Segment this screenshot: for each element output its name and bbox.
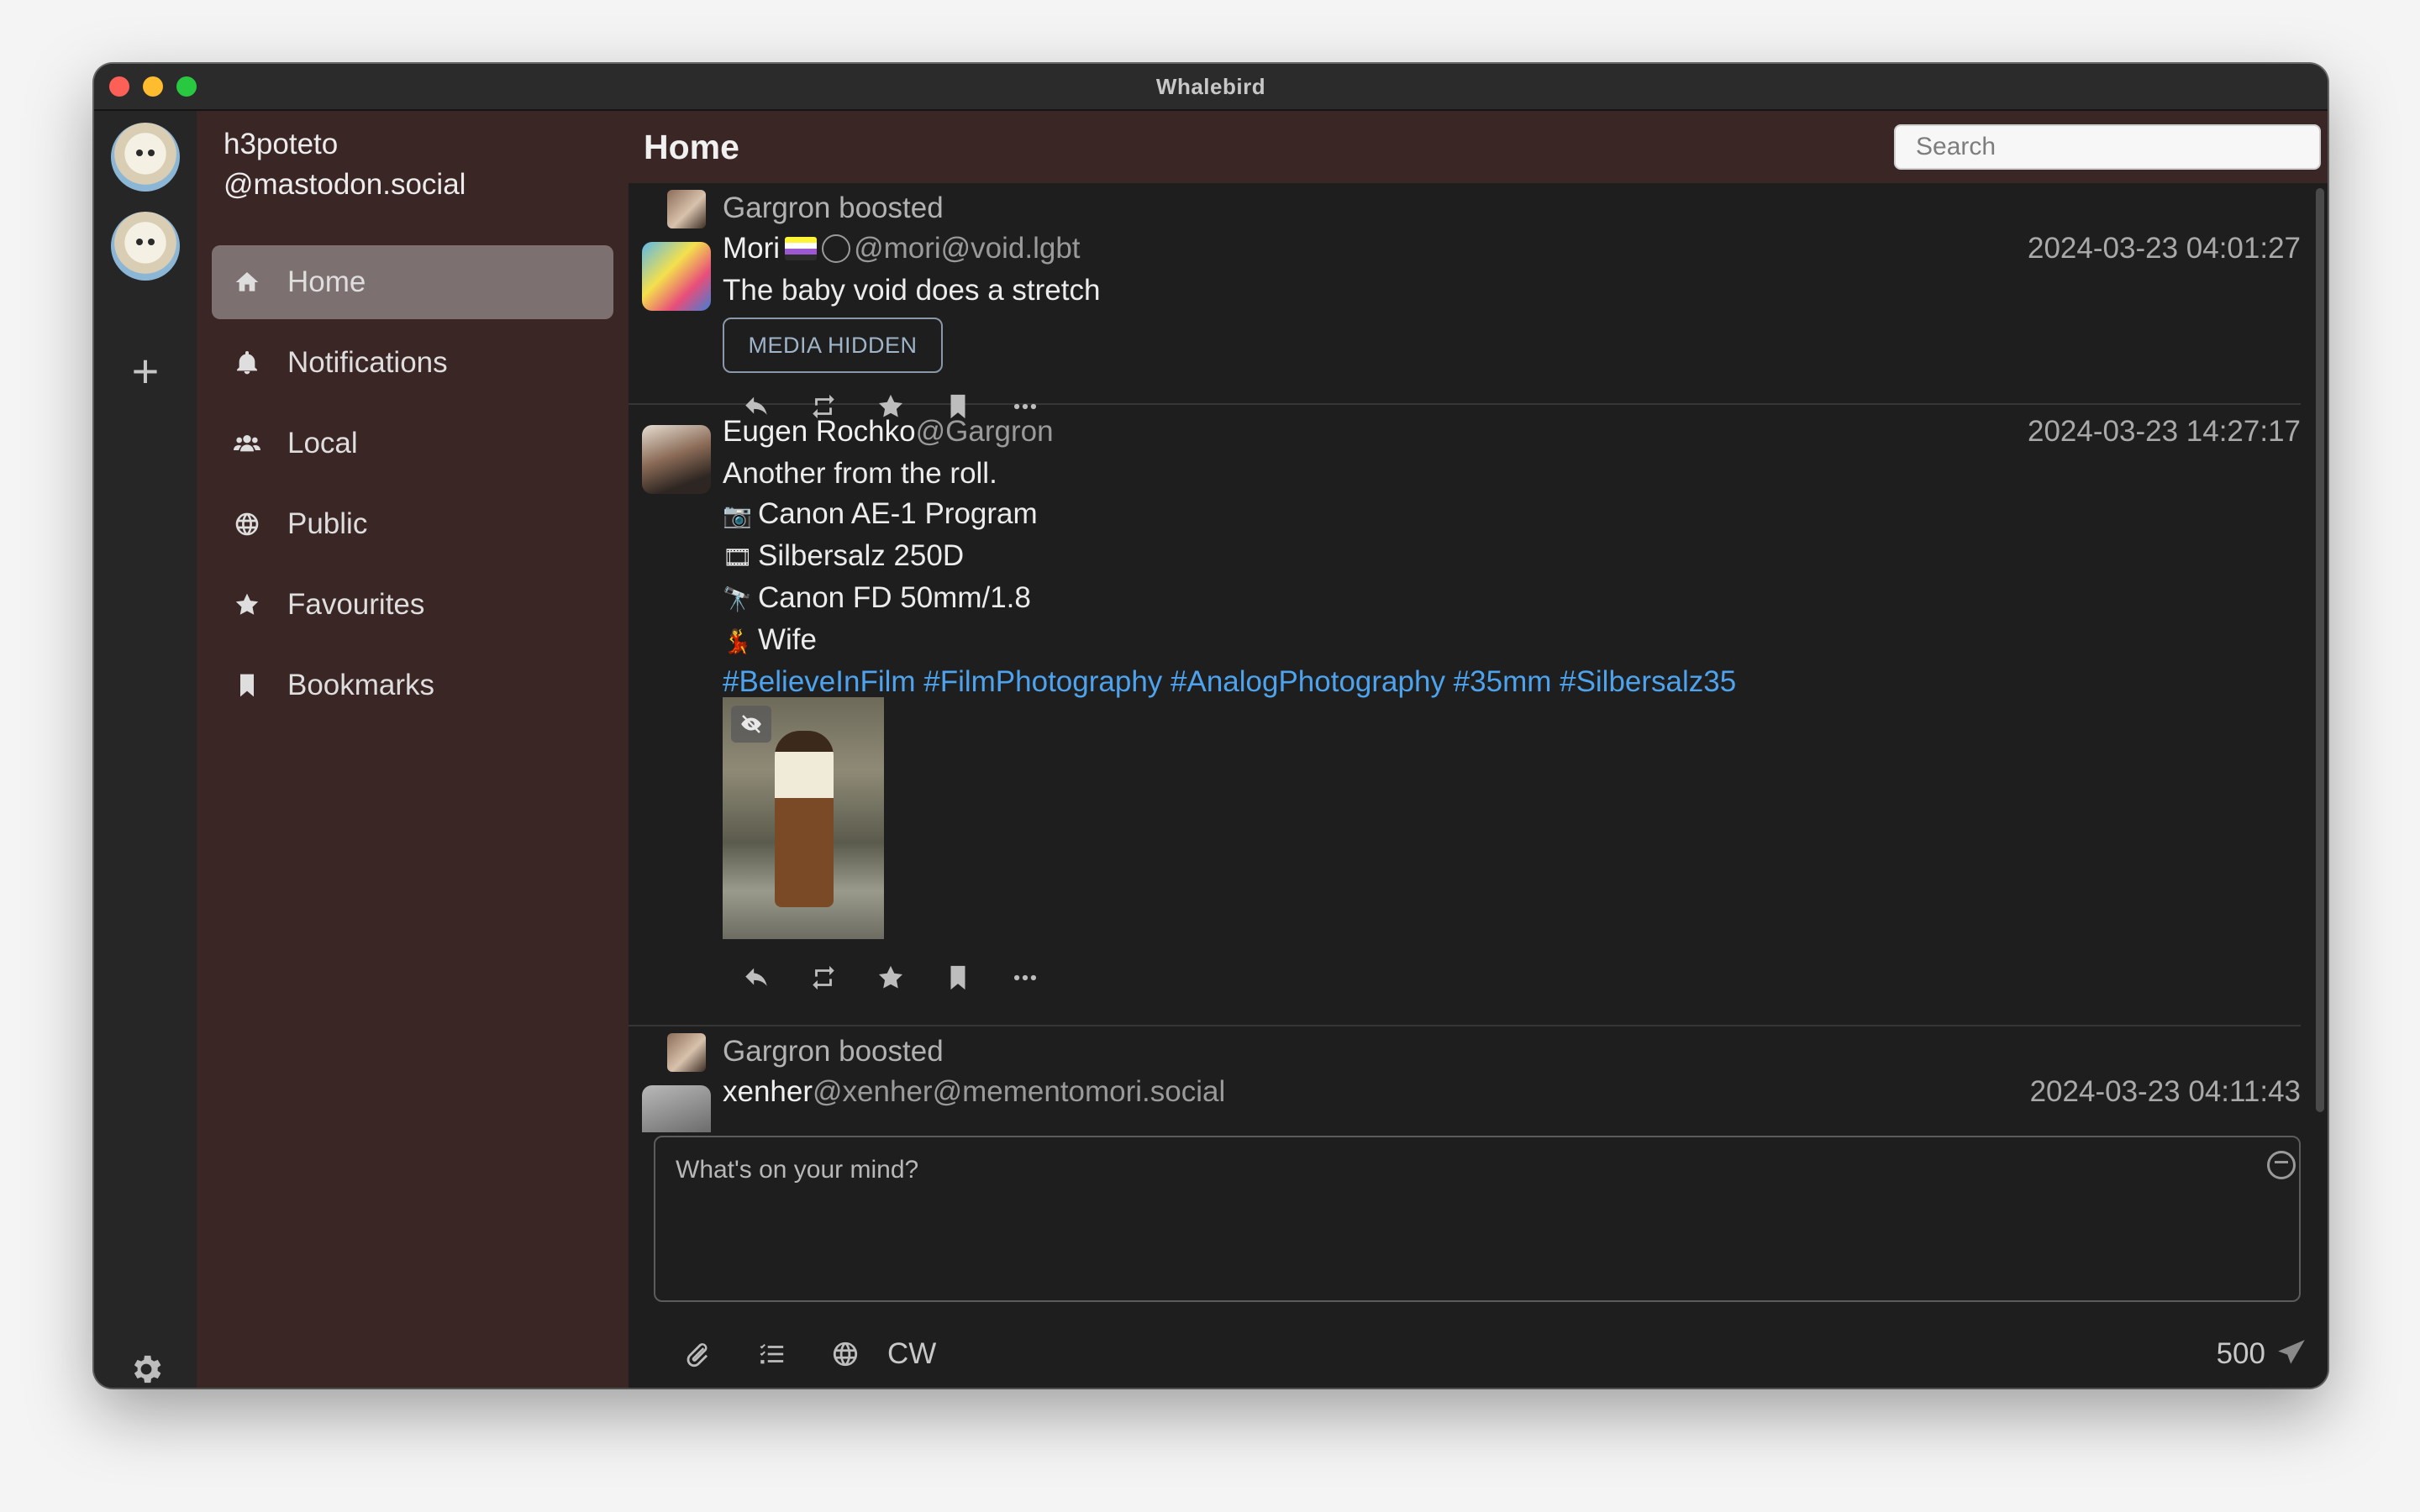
home-icon xyxy=(232,267,262,297)
author-line[interactable]: Mori @mori@void.lgbt xyxy=(723,232,1081,265)
photo-subject xyxy=(775,731,834,907)
sidebar-item-label: Home xyxy=(287,265,366,298)
telescope-icon: 🔭 xyxy=(723,586,752,612)
account-handle: @mastodon.social xyxy=(224,168,466,201)
poll-list-icon[interactable] xyxy=(734,1334,808,1374)
status-post: Gargron boosted Mori @mori@void.lgbt 2024… xyxy=(629,183,2301,419)
boosted-by-label: Gargron boosted xyxy=(723,1035,944,1068)
film-icon: 🎞 xyxy=(723,544,753,570)
reply-icon[interactable] xyxy=(723,961,790,995)
sidebar: h3poteto @mastodon.social Home Notificat… xyxy=(197,111,629,1388)
post-line: Another from the roll. xyxy=(723,457,997,490)
post-timestamp[interactable]: 2024-03-23 04:01:27 xyxy=(2028,232,2301,265)
sidebar-item-home[interactable]: Home xyxy=(212,245,613,319)
hashtag-links[interactable]: #BelieveInFilm #FilmPhotography #AnalogP… xyxy=(723,662,1736,702)
visibility-globe-icon[interactable] xyxy=(808,1334,882,1374)
sidebar-item-label: Bookmarks xyxy=(287,669,435,701)
post-timestamp[interactable]: 2024-03-23 04:11:43 xyxy=(2030,1075,2301,1109)
dancer-icon: 💃 xyxy=(723,628,752,654)
add-account-button[interactable]: + xyxy=(126,348,165,395)
app-window: Whalebird + h3poteto @mastodon.social Ho… xyxy=(94,64,2328,1388)
users-icon xyxy=(232,428,262,459)
bookmark-icon[interactable] xyxy=(924,961,992,995)
window-title: Whalebird xyxy=(1155,73,1266,99)
sidebar-item-label: Public xyxy=(287,507,368,540)
author-avatar[interactable] xyxy=(642,425,711,494)
author-avatar[interactable] xyxy=(642,242,711,311)
minimize-window-button[interactable] xyxy=(143,76,163,97)
page-title: Home xyxy=(644,128,739,166)
post-actions xyxy=(723,961,1059,995)
compose-textarea[interactable] xyxy=(654,1136,2301,1302)
post-line: 💃 Wife xyxy=(723,620,1736,662)
star-icon xyxy=(232,590,262,620)
compose-area: CW 500 xyxy=(629,1132,2328,1388)
author-avatar[interactable] xyxy=(642,1085,711,1132)
title-bar: Whalebird xyxy=(94,64,2328,111)
sidebar-item-label: Favourites xyxy=(287,588,425,621)
settings-gear-icon[interactable] xyxy=(128,1351,165,1388)
sidebar-nav: Home Notifications Local Public Favourit… xyxy=(212,245,613,729)
media-thumbnail[interactable] xyxy=(723,697,884,939)
status-post: Gargron boosted xenher@xenher@mementomor… xyxy=(629,1026,2301,1132)
sidebar-item-local[interactable]: Local xyxy=(212,407,613,480)
account-name: h3poteto xyxy=(224,128,339,160)
sidebar-item-bookmarks[interactable]: Bookmarks xyxy=(212,648,613,722)
close-window-button[interactable] xyxy=(109,76,129,97)
maximize-window-button[interactable] xyxy=(176,76,197,97)
post-line: 🔭 Canon FD 50mm/1.8 xyxy=(723,578,1736,620)
compose-toolbar: CW xyxy=(660,1334,936,1374)
sidebar-item-favourites[interactable]: Favourites xyxy=(212,568,613,642)
bookmark-icon xyxy=(232,670,262,701)
nonbinary-flag-icon xyxy=(785,237,818,260)
sidebar-item-label: Notifications xyxy=(287,346,448,379)
post-body: The baby void does a stretch xyxy=(723,274,1101,307)
timeline-scrollbar[interactable] xyxy=(2316,188,2324,1112)
author-display-name: xenher xyxy=(723,1075,813,1108)
sidebar-item-notifications[interactable]: Notifications xyxy=(212,326,613,400)
booster-avatar[interactable] xyxy=(667,1033,706,1072)
post-line: 📷 Canon AE-1 Program xyxy=(723,494,1736,536)
author-acct: @mori@void.lgbt xyxy=(854,232,1081,265)
character-count: 500 xyxy=(2216,1337,2265,1370)
status-post: Eugen Rochko@Gargron 2024-03-23 14:27:17… xyxy=(629,405,2301,1026)
booster-avatar[interactable] xyxy=(667,190,706,228)
media-hidden-button[interactable]: MEDIA HIDDEN xyxy=(723,318,943,373)
author-display-name: Mori xyxy=(723,232,781,265)
window-controls xyxy=(109,76,197,97)
post-timestamp[interactable]: 2024-03-23 14:27:17 xyxy=(2028,415,2301,449)
timeline-header: Home xyxy=(629,111,2328,183)
post-line: 🎞 Silbersalz 250D xyxy=(723,536,1736,578)
boosted-by-label: Gargron boosted xyxy=(723,192,944,224)
globe-icon xyxy=(232,509,262,539)
pentagram-icon xyxy=(822,234,851,263)
author-line[interactable]: xenher@xenher@mementomori.social xyxy=(723,1075,1225,1109)
emoji-picker-icon[interactable] xyxy=(2267,1151,2296,1179)
content-warning-button[interactable]: CW xyxy=(887,1337,936,1371)
author-display-name: Eugen Rochko xyxy=(723,415,916,448)
send-paper-plane-icon[interactable] xyxy=(2275,1337,2307,1369)
sidebar-item-public[interactable]: Public xyxy=(212,487,613,561)
more-options-icon[interactable] xyxy=(992,961,1059,995)
sidebar-item-label: Local xyxy=(287,427,358,459)
camera-icon: 📷 xyxy=(723,502,752,528)
account-avatar-secondary[interactable] xyxy=(111,212,180,281)
account-rail: + xyxy=(94,111,197,1388)
post-body: Another from the roll. 📷 Canon AE-1 Progr… xyxy=(723,454,1736,702)
hide-media-eye-icon[interactable] xyxy=(731,706,771,743)
account-avatar-primary[interactable] xyxy=(111,123,180,192)
attach-paperclip-icon[interactable] xyxy=(660,1334,734,1374)
reblog-icon[interactable] xyxy=(790,961,857,995)
author-line[interactable]: Eugen Rochko@Gargron xyxy=(723,415,1054,449)
timeline[interactable]: Gargron boosted Mori @mori@void.lgbt 2024… xyxy=(629,183,2328,1132)
author-acct: @xenher@mementomori.social xyxy=(813,1075,1226,1108)
search-input[interactable] xyxy=(1894,124,2321,170)
bell-icon xyxy=(232,348,262,378)
author-acct: @Gargron xyxy=(915,415,1054,448)
favourite-star-icon[interactable] xyxy=(857,961,924,995)
